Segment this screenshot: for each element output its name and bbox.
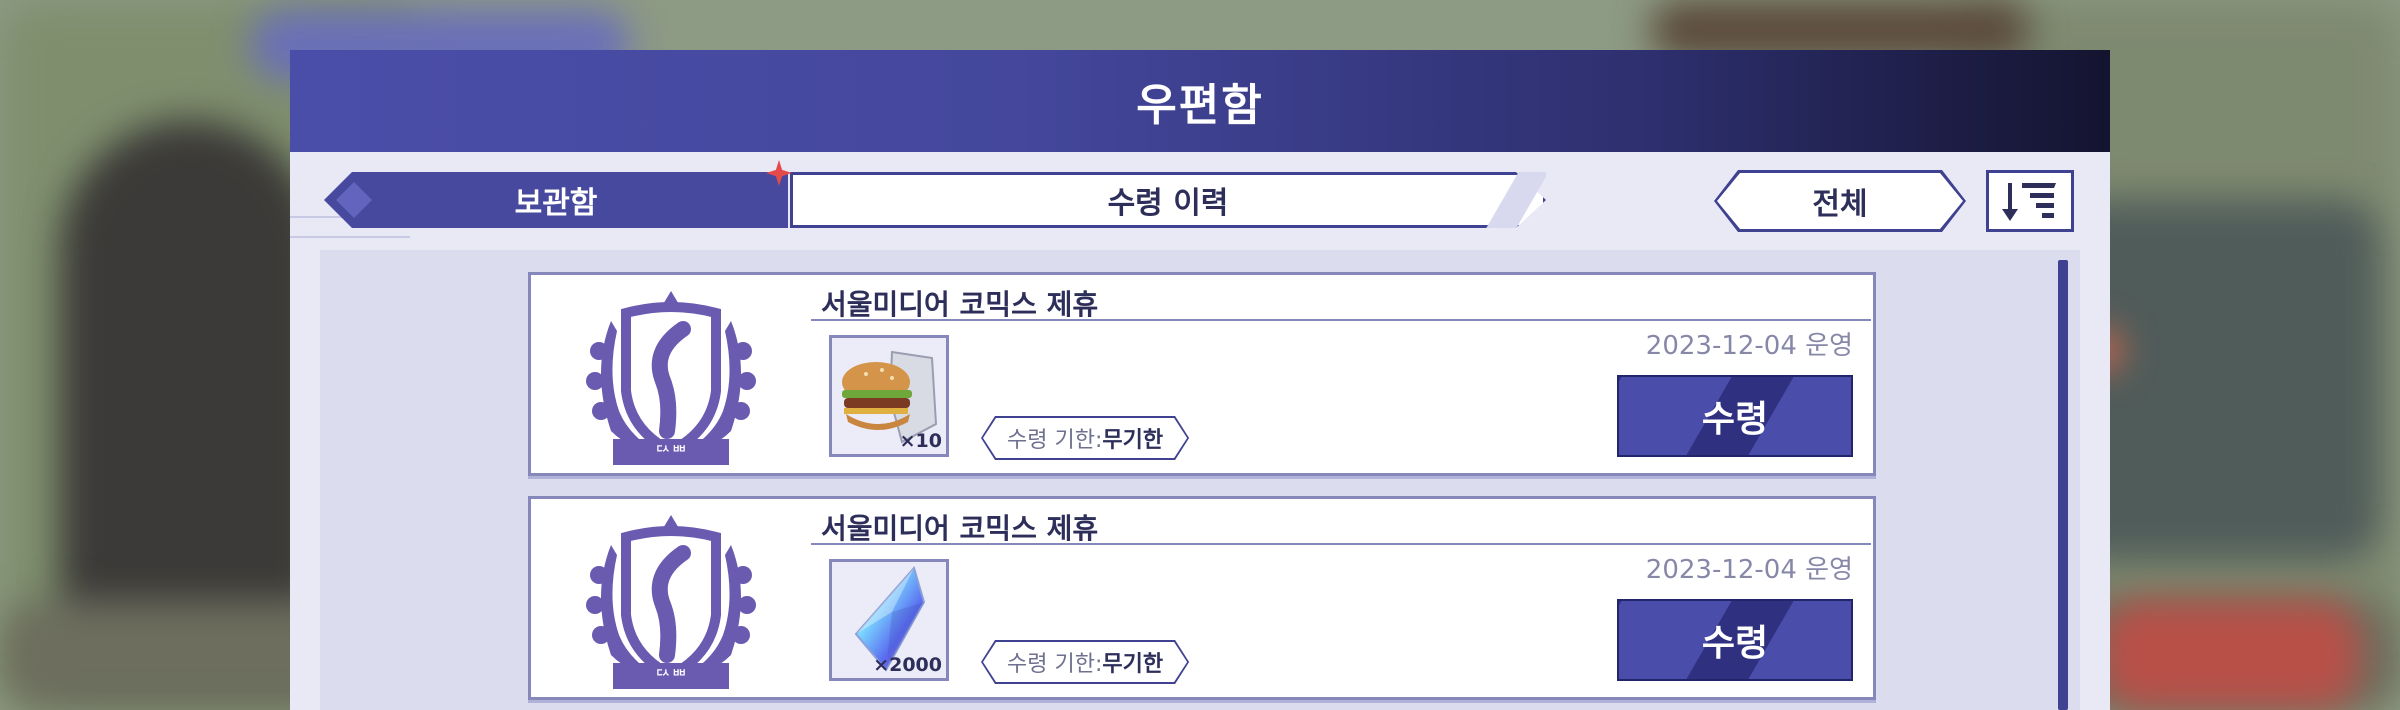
sender-emblem-icon: ᄃᄉᄈ [586, 291, 756, 465]
claim-button-label: 수령 [1701, 399, 1769, 440]
mail-item: ᄃᄉᄈ 서울미디어 코믹스 제휴 2023-12-04 운영 ×10 수령 기한… [528, 272, 1876, 476]
mail-date: 2023-12-04 운영 [1645, 331, 1853, 361]
mailbox-title: 우편함 [1136, 80, 1264, 131]
tab-history-label: 수령 이력 [1107, 186, 1229, 221]
mailbox-header: 우편함 [290, 50, 2110, 152]
claim-button[interactable]: 수령 [1617, 375, 1853, 457]
expiry-value: 무기한 [1102, 652, 1164, 677]
tab-history[interactable]: 수령 이력 [790, 172, 1546, 228]
expiry-value: 무기한 [1102, 428, 1164, 453]
reward-item-slot[interactable]: ×2000 [829, 559, 949, 681]
svg-text:ᄃᄉᄈ: ᄃᄉᄈ [654, 667, 687, 688]
item-count: ×2000 [873, 654, 942, 676]
sort-button[interactable] [1986, 170, 2074, 232]
sort-descending-icon [2002, 183, 2056, 221]
filter-label: 전체 [1812, 187, 1868, 222]
scrollbar[interactable] [2058, 260, 2068, 710]
filter-dropdown[interactable]: 전체 [1714, 170, 1966, 232]
sender-emblem-icon: ᄃᄉᄈ [586, 515, 756, 689]
mail-title: 서울미디어 코믹스 제휴 [821, 288, 1099, 321]
mail-date: 2023-12-04 운영 [1645, 555, 1853, 585]
mail-item: ᄃᄉᄈ 서울미디어 코믹스 제휴 2023-12-04 운영 ×2000 수령 … [528, 496, 1876, 700]
svg-text:ᄃᄉᄈ: ᄃᄉᄈ [654, 443, 687, 464]
tab-storage[interactable]: 보관함 [324, 172, 788, 228]
expiry-label: 수령 기한: [1007, 428, 1103, 453]
claim-button-label: 수령 [1701, 623, 1769, 664]
item-count: ×10 [899, 430, 942, 452]
claim-button[interactable]: 수령 [1617, 599, 1853, 681]
expiry-label: 수령 기한: [1007, 652, 1103, 677]
tab-storage-label: 보관함 [514, 186, 598, 221]
expiry-badge: 수령 기한: 무기한 [981, 640, 1189, 684]
reward-item-slot[interactable]: ×10 [829, 335, 949, 457]
mail-title: 서울미디어 코믹스 제휴 [821, 512, 1099, 545]
mailbox-panel: 우편함 보관함 수령 이력 전체 ᄃᄉᄈ 서울미디어 코믹스 제휴 2023-1… [290, 50, 2110, 710]
expiry-badge: 수령 기한: 무기한 [981, 416, 1189, 460]
